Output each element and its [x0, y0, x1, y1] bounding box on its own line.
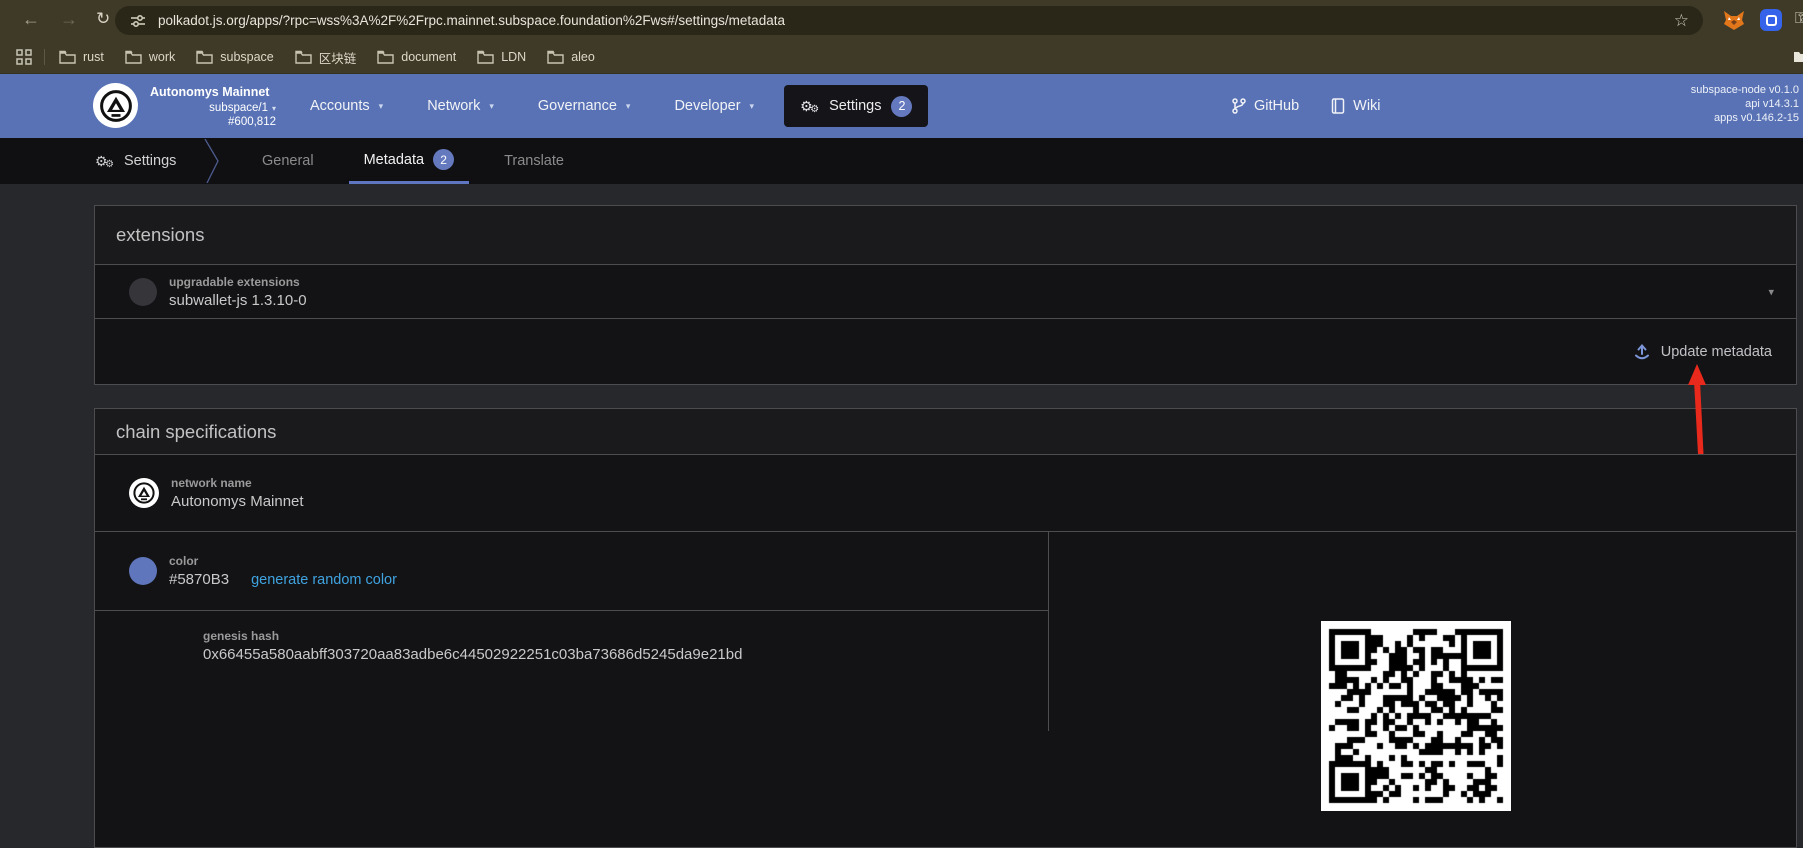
tab-translate[interactable]: Translate — [489, 138, 579, 184]
bookmark-folder-blockchain[interactable]: 区块链 — [295, 48, 357, 67]
bookmark-folder-document[interactable]: document — [377, 50, 456, 64]
bookmark-folder-rust[interactable]: rust — [59, 50, 104, 64]
generate-random-color-link[interactable]: generate random color — [251, 572, 397, 588]
autonomys-logo-icon — [98, 88, 134, 124]
wallet-extension-icon[interactable] — [1760, 9, 1782, 31]
annotation-arrow — [1686, 364, 1714, 454]
wiki-link[interactable]: Wiki — [1331, 98, 1380, 114]
github-link[interactable]: GitHub — [1232, 98, 1299, 114]
settings-tabs: General Metadata 2 Translate — [247, 138, 579, 184]
nav-network[interactable]: Network▾ — [405, 98, 516, 114]
cut-extension-icon[interactable]: ⚿ — [1795, 10, 1803, 30]
metadata-badge: 2 — [433, 149, 454, 170]
external-links: GitHub Wiki — [1232, 74, 1381, 138]
color-row: color #5870B3 generate random color — [95, 532, 1048, 611]
extensions-section: extensions upgradable extensions subwall… — [94, 205, 1797, 385]
autonomys-logo-icon — [132, 481, 156, 505]
genesis-hash-value: 0x66455a580aabff303720aa83adbe6c44502922… — [203, 646, 742, 663]
chain-name: Autonomys Mainnet — [150, 85, 276, 99]
chevron-down-icon: ▾ — [379, 101, 384, 112]
network-avatar — [129, 478, 159, 508]
back-icon[interactable]: ← — [22, 10, 40, 28]
main-nav: Accounts▾ Network▾ Governance▾ Developer… — [288, 74, 928, 138]
color-swatch — [129, 557, 157, 585]
chain-fields-column: color #5870B3 generate random color gene… — [95, 532, 1049, 731]
extensions-section-title: extensions — [95, 206, 1796, 265]
bookmarks-bar: rust work subspace 区块链 document LDN aleo — [0, 41, 1803, 74]
folder-icon — [59, 50, 76, 64]
bookmark-folder-work[interactable]: work — [125, 50, 175, 64]
row-value: Autonomys Mainnet — [171, 493, 304, 510]
api-version: api v14.3.1 — [1691, 97, 1799, 111]
field-value: subwallet-js 1.3.10-0 — [169, 292, 307, 309]
chain-network[interactable]: subspace/1▾ — [150, 102, 276, 114]
page-content: extensions upgradable extensions subwall… — [0, 184, 1803, 664]
nav-developer[interactable]: Developer▾ — [652, 98, 776, 114]
row-label: color — [169, 554, 397, 568]
folder-icon — [125, 50, 142, 64]
row-label: network name — [171, 476, 304, 490]
app-header: Autonomys Mainnet subspace/1▾ #600,812 A… — [0, 74, 1803, 138]
nav-governance[interactable]: Governance▾ — [516, 98, 653, 114]
chevron-down-icon: ▾ — [750, 101, 755, 112]
address-bar[interactable]: polkadot.js.org/apps/?rpc=wss%3A%2F%2Frp… — [115, 6, 1703, 35]
upload-icon — [1633, 343, 1651, 361]
color-value: #5870B3 — [169, 571, 229, 588]
gears-icon: ⚙⚙ — [800, 97, 820, 115]
browser-toolbar: ← → ↻ polkadot.js.org/apps/?rpc=wss%3A%2… — [0, 0, 1803, 41]
field-label: upgradable extensions — [169, 275, 307, 289]
folder-icon — [295, 50, 312, 64]
node-version: subspace-node v0.1.0 — [1691, 83, 1799, 97]
chevron-down-icon[interactable]: ▾ — [1768, 285, 1774, 298]
chevron-down-icon: ▾ — [626, 101, 631, 112]
site-settings-icon[interactable] — [130, 13, 146, 29]
apps-version: apps v0.146.2-15 — [1691, 111, 1799, 125]
update-metadata-button[interactable]: Update metadata — [1633, 343, 1772, 361]
book-icon — [1331, 98, 1345, 114]
gears-icon: ⚙⚙ — [95, 152, 115, 170]
bookmark-folder-ldn[interactable]: LDN — [477, 50, 526, 64]
genesis-hash-row: genesis hash 0x66455a580aabff303720aa83a… — [95, 611, 1048, 731]
network-name-row: network name Autonomys Mainnet — [95, 455, 1796, 532]
cut-folder-icon — [1793, 49, 1803, 63]
extension-avatar — [129, 278, 157, 306]
bookmark-star-icon[interactable]: ☆ — [1674, 11, 1689, 31]
github-branch-icon — [1232, 98, 1246, 114]
chain-section-title: chain specifications — [95, 409, 1796, 455]
metamask-extension-icon[interactable] — [1722, 8, 1746, 32]
chevron-down-icon: ▾ — [489, 101, 494, 112]
folder-icon — [547, 50, 564, 64]
divider — [44, 49, 45, 65]
qr-column — [1049, 532, 1796, 731]
chain-qr-code — [1321, 621, 1511, 811]
tab-separator — [203, 139, 223, 183]
tab-metadata[interactable]: Metadata 2 — [349, 138, 469, 184]
nav-accounts[interactable]: Accounts▾ — [288, 98, 405, 114]
forward-icon[interactable]: → — [60, 10, 78, 28]
nav-settings-button[interactable]: ⚙⚙ Settings 2 — [784, 85, 928, 127]
apps-grid-icon[interactable] — [16, 49, 32, 65]
settings-badge: 2 — [891, 96, 912, 117]
upgradable-extensions-select[interactable]: upgradable extensions subwallet-js 1.3.1… — [95, 265, 1796, 319]
subnav-app-title: ⚙⚙ Settings — [95, 138, 176, 184]
version-info: subspace-node v0.1.0 api v14.3.1 apps v0… — [1691, 83, 1799, 125]
settings-subnav: ⚙⚙ Settings General Metadata 2 Translate — [0, 138, 1803, 184]
best-block-number: #600,812 — [150, 116, 276, 128]
row-label: genesis hash — [203, 629, 742, 643]
bookmark-folder-aleo[interactable]: aleo — [547, 50, 595, 64]
folder-icon — [196, 50, 213, 64]
folder-icon — [377, 50, 394, 64]
chain-info[interactable]: Autonomys Mainnet subspace/1▾ #600,812 — [150, 85, 276, 128]
chevron-down-icon: ▾ — [272, 104, 276, 113]
refresh-icon[interactable]: ↻ — [96, 10, 110, 27]
url-text[interactable]: polkadot.js.org/apps/?rpc=wss%3A%2F%2Frp… — [158, 13, 1674, 28]
tab-general[interactable]: General — [247, 138, 329, 184]
folder-icon — [477, 50, 494, 64]
chain-logo[interactable] — [93, 83, 138, 128]
chain-specifications-section: chain specifications network name Autono… — [94, 408, 1797, 848]
bookmark-folder-subspace[interactable]: subspace — [196, 50, 274, 64]
